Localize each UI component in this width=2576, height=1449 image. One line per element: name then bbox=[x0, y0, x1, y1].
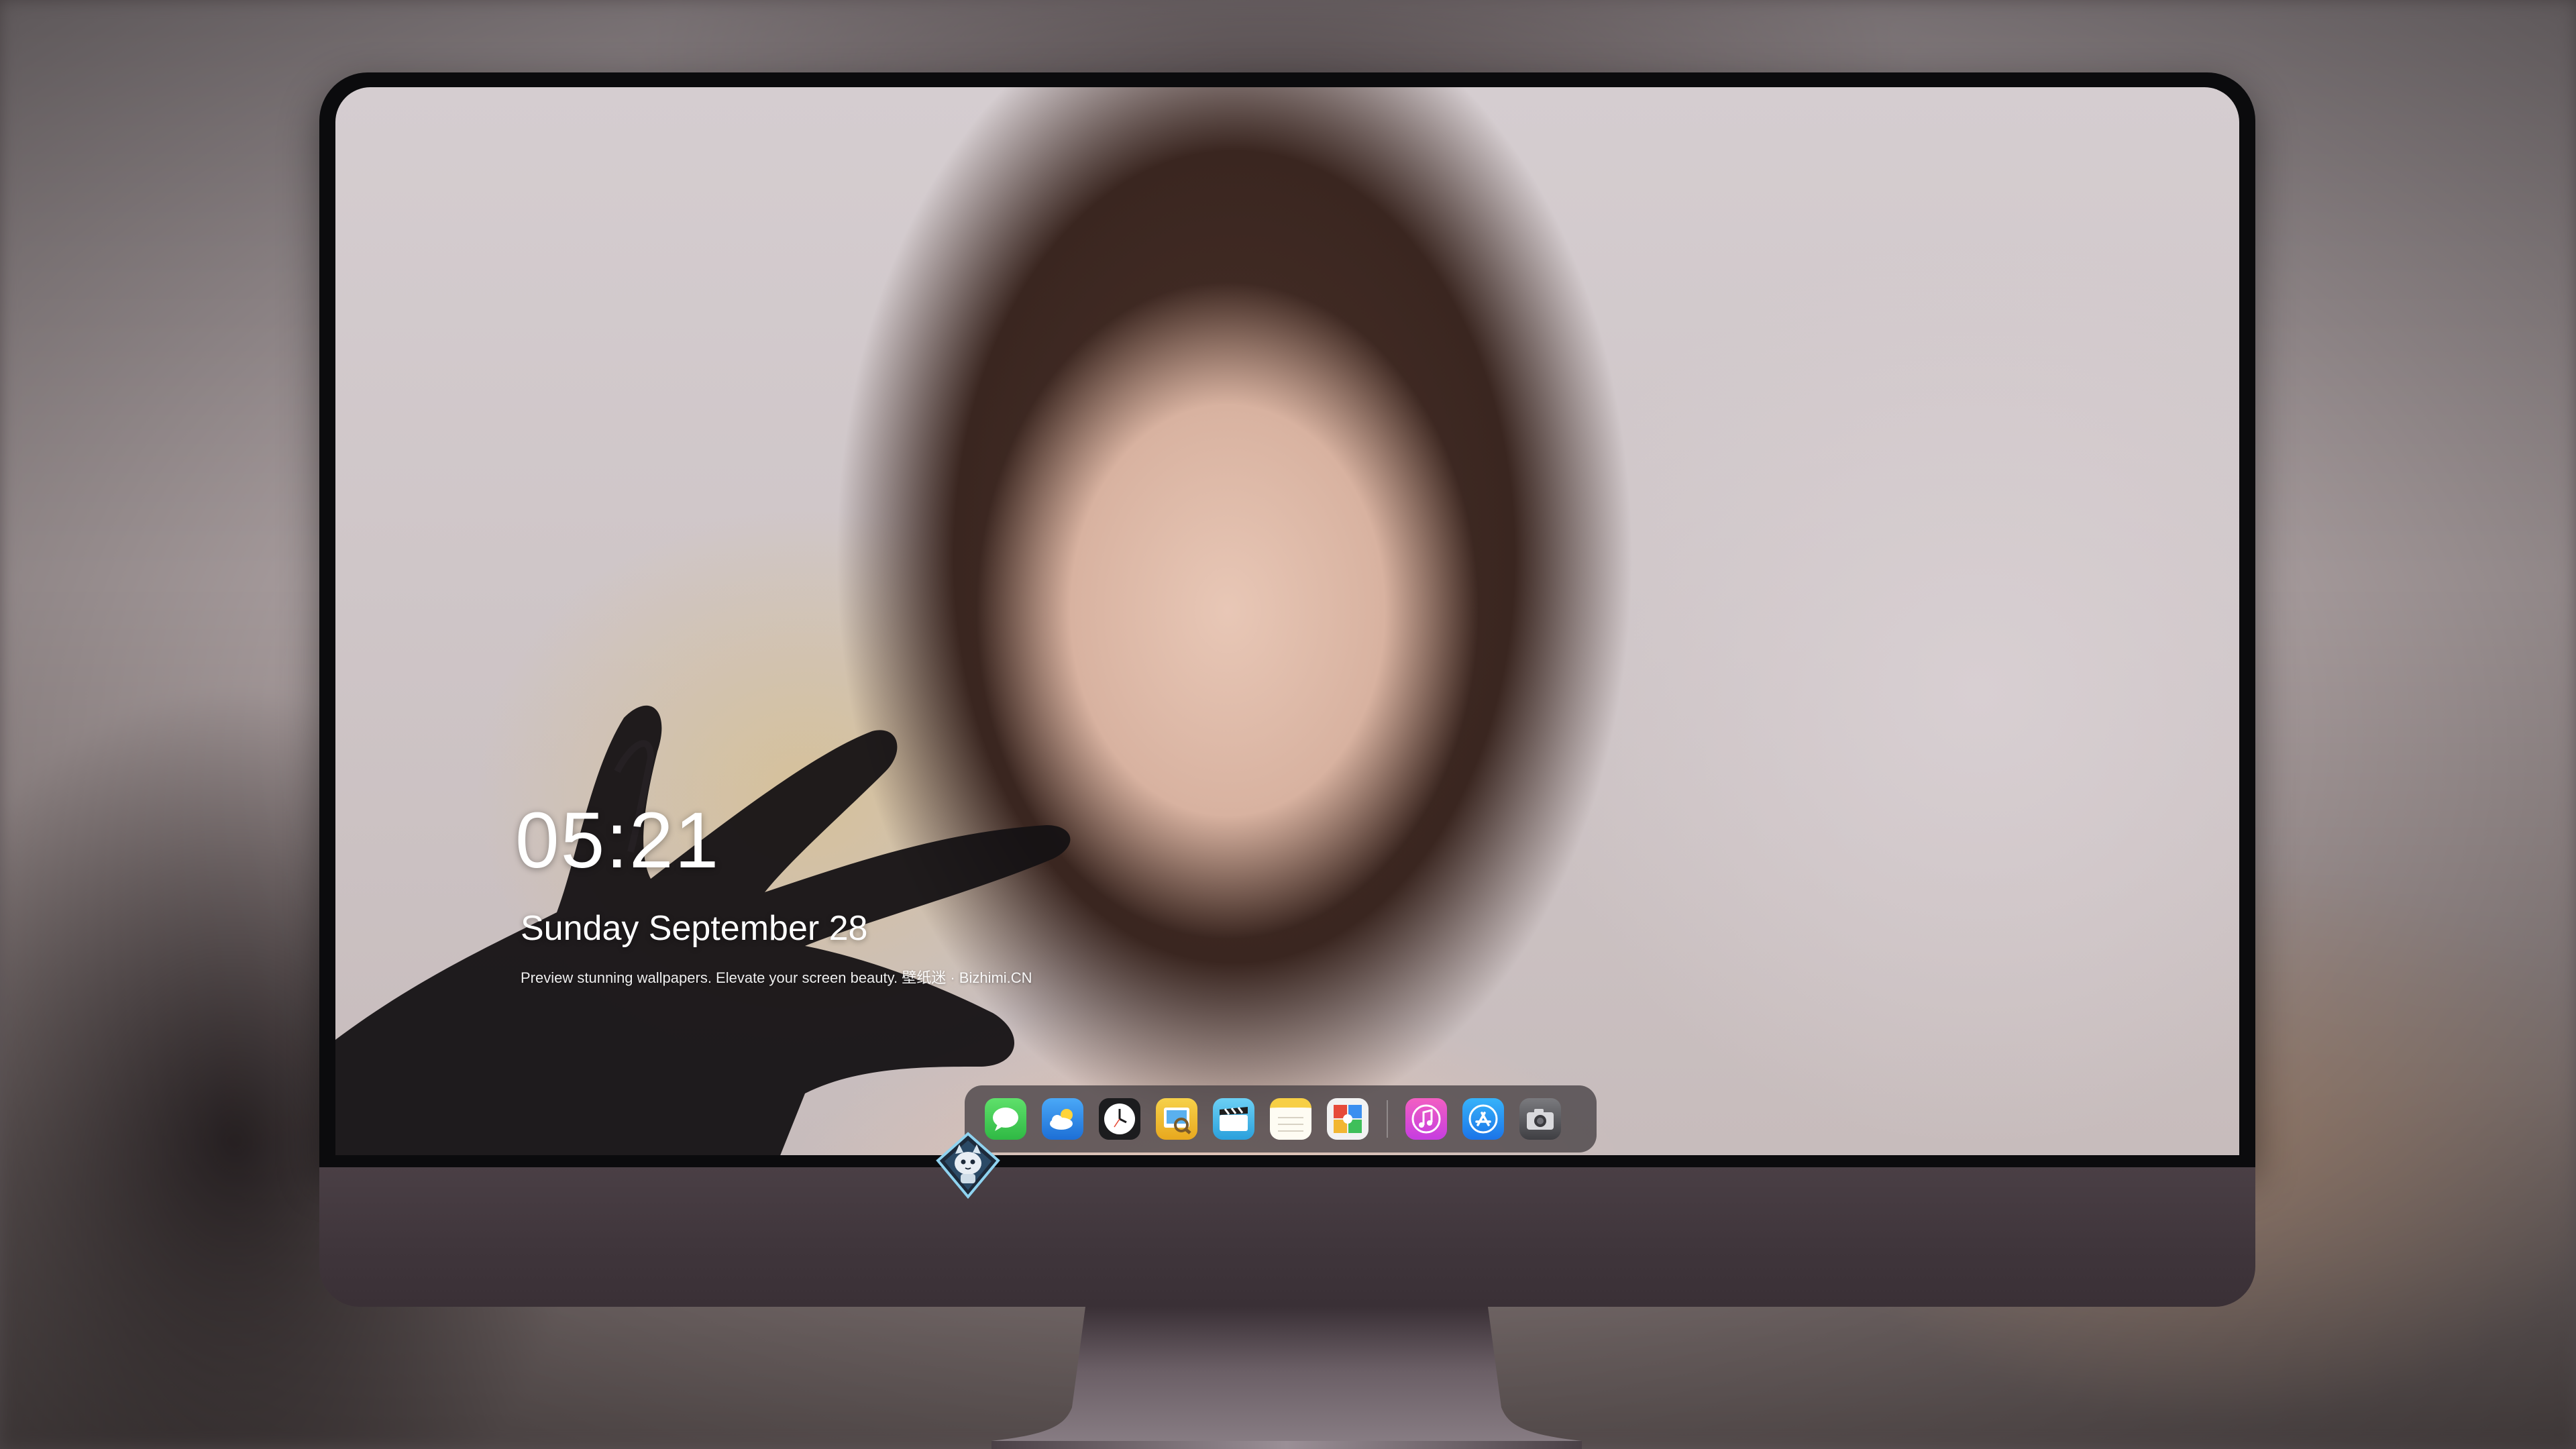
lockscreen-time: 05:21 bbox=[515, 796, 720, 885]
monitor: 05:21 Sunday September 28 Preview stunni… bbox=[319, 72, 2255, 1307]
clips-icon[interactable] bbox=[1213, 1098, 1254, 1140]
lockscreen-date: Sunday September 28 bbox=[521, 909, 868, 948]
dock-divider bbox=[1387, 1100, 1388, 1138]
fox-mascot-logo-icon bbox=[936, 1132, 1000, 1199]
photo-booth-icon[interactable] bbox=[1327, 1098, 1368, 1140]
clock-icon[interactable] bbox=[1099, 1098, 1140, 1140]
app-store-icon[interactable] bbox=[1462, 1098, 1504, 1140]
monitor-chin bbox=[319, 1167, 2255, 1307]
lockscreen-tagline: Preview stunning wallpapers. Elevate you… bbox=[521, 969, 1032, 986]
camera-icon[interactable] bbox=[1519, 1098, 1561, 1140]
monitor-screen: 05:21 Sunday September 28 Preview stunni… bbox=[335, 87, 2239, 1155]
weather-icon[interactable] bbox=[1042, 1098, 1083, 1140]
dock bbox=[965, 1085, 1597, 1152]
notes-icon[interactable] bbox=[1270, 1098, 1311, 1140]
preview-icon[interactable] bbox=[1156, 1098, 1197, 1140]
music-icon[interactable] bbox=[1405, 1098, 1447, 1140]
monitor-stand bbox=[991, 1307, 1582, 1449]
